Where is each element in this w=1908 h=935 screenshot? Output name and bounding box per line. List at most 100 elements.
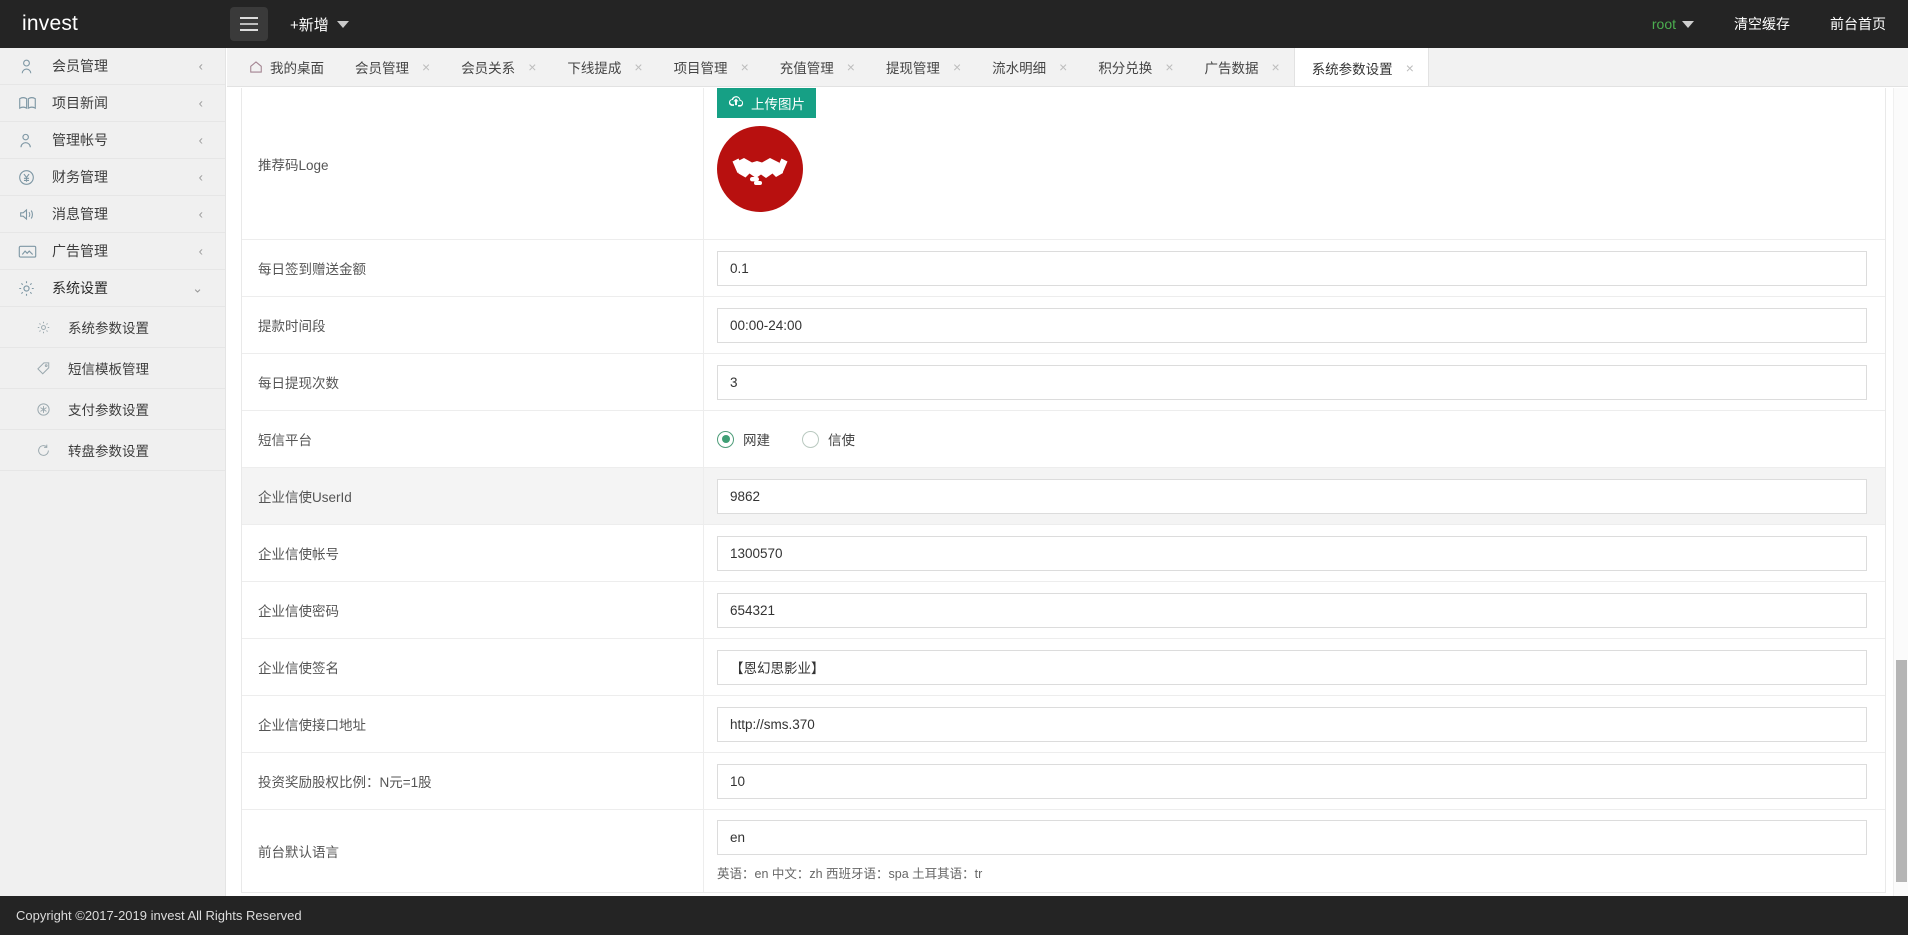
chevron-down-icon bbox=[1682, 21, 1694, 28]
sidebar-item-project-news[interactable]: 项目新闻 ‹ bbox=[0, 85, 225, 122]
default-language-input[interactable] bbox=[717, 820, 1867, 855]
close-icon[interactable]: × bbox=[634, 60, 642, 74]
form-field bbox=[704, 639, 1885, 695]
close-icon[interactable]: × bbox=[528, 60, 536, 74]
radio-selected-icon[interactable] bbox=[717, 431, 734, 448]
chevron-left-icon: ‹ bbox=[199, 245, 203, 258]
main-content: 推荐码Loge 上传图片 bbox=[227, 88, 1901, 896]
chevron-down-icon bbox=[337, 21, 349, 28]
tab-item[interactable]: 流水明细× bbox=[975, 48, 1081, 86]
tag-icon bbox=[36, 361, 56, 376]
form-row-default-language: 前台默认语言 英语：en 中文：zh 西班牙语：spa 土耳其语：tr bbox=[242, 810, 1885, 892]
sidebar-item-label: 系统设置 bbox=[52, 278, 108, 298]
user-menu[interactable]: root bbox=[1652, 16, 1694, 32]
sms-api-url-input[interactable] bbox=[717, 707, 1867, 742]
sms-userid-input[interactable] bbox=[717, 479, 1867, 514]
sidebar-item-label: 消息管理 bbox=[52, 204, 108, 224]
close-icon[interactable]: × bbox=[847, 60, 855, 74]
close-icon[interactable]: × bbox=[953, 60, 961, 74]
tab-label: 我的桌面 bbox=[270, 57, 324, 77]
form-label: 前台默认语言 bbox=[242, 810, 704, 892]
upload-image-button[interactable]: 上传图片 bbox=[717, 88, 816, 118]
form-row-sms-platform: 短信平台 网建 信使 bbox=[242, 411, 1885, 468]
hamburger-line bbox=[240, 17, 258, 19]
sidebar-item-label: 项目新闻 bbox=[52, 93, 108, 113]
referral-logo-image bbox=[717, 126, 803, 212]
top-right-actions: root 清空缓存 前台首页 bbox=[1652, 14, 1908, 34]
clear-cache-link[interactable]: 清空缓存 bbox=[1734, 14, 1790, 34]
chevron-left-icon: ‹ bbox=[199, 208, 203, 221]
user-icon bbox=[18, 57, 40, 75]
sms-platform-radio-group: 网建 信使 bbox=[717, 429, 1867, 449]
scrollbar-thumb[interactable] bbox=[1896, 660, 1907, 882]
sidebar-subitem-sms-template[interactable]: 短信模板管理 bbox=[0, 348, 225, 389]
close-icon[interactable]: × bbox=[1059, 60, 1067, 74]
tab-item[interactable]: 提现管理× bbox=[869, 48, 975, 86]
form-field bbox=[704, 240, 1885, 296]
sidebar-item-system-settings[interactable]: 系统设置 ⌄ bbox=[0, 270, 225, 307]
radio-unselected-icon[interactable] bbox=[802, 431, 819, 448]
add-new-button[interactable]: +新增 bbox=[290, 14, 349, 35]
tab-item[interactable]: 充值管理 × bbox=[763, 48, 869, 86]
tab-item[interactable]: 广告数据× bbox=[1188, 48, 1294, 86]
sms-signature-input[interactable] bbox=[717, 650, 1867, 685]
top-header-bar: invest +新增 root 清空缓存 前台首页 bbox=[0, 0, 1908, 48]
tab-item[interactable]: 我的桌面 bbox=[227, 48, 338, 86]
form-row-sms-password: 企业信使密码 bbox=[242, 582, 1885, 639]
sidebar-subitem-label: 支付参数设置 bbox=[68, 399, 149, 419]
form-field bbox=[704, 297, 1885, 353]
withdraw-time-range-input[interactable] bbox=[717, 308, 1867, 343]
tab-label: 会员管理 bbox=[355, 57, 409, 77]
front-home-link[interactable]: 前台首页 bbox=[1830, 14, 1886, 34]
chevron-down-icon: ⌄ bbox=[192, 282, 203, 295]
sidebar-subitem-payment-parameters[interactable]: 支付参数设置 bbox=[0, 389, 225, 430]
form-field bbox=[704, 582, 1885, 638]
form-row-referral-logo: 推荐码Loge 上传图片 bbox=[242, 88, 1885, 240]
tab-label: 充值管理 bbox=[780, 57, 834, 77]
close-icon[interactable]: × bbox=[1165, 60, 1173, 74]
copyright-text: Copyright ©2017-2019 invest All Rights R… bbox=[16, 908, 302, 923]
tab-label: 积分兑换 bbox=[1098, 57, 1152, 77]
close-icon[interactable]: × bbox=[1272, 60, 1280, 74]
tab-item[interactable]: 会员管理 × bbox=[338, 48, 444, 86]
sidebar-item-label: 会员管理 bbox=[52, 56, 108, 76]
sidebar-subitem-wheel-parameters[interactable]: 转盘参数设置 bbox=[0, 430, 225, 471]
close-icon[interactable]: × bbox=[1406, 61, 1414, 75]
tab-item[interactable]: 项目管理× bbox=[657, 48, 763, 86]
hamburger-line bbox=[240, 23, 258, 25]
add-new-label: +新增 bbox=[290, 14, 329, 35]
user-name: root bbox=[1652, 16, 1676, 32]
cloud-upload-icon bbox=[728, 95, 744, 111]
tab-item[interactable]: 系统参数设置× bbox=[1294, 48, 1429, 87]
tab-item[interactable]: 会员关系× bbox=[444, 48, 550, 86]
sms-account-input[interactable] bbox=[717, 536, 1867, 571]
vertical-scrollbar[interactable] bbox=[1893, 88, 1908, 896]
form-label: 投资奖励股权比例：N元=1股 bbox=[242, 753, 704, 809]
sidebar-item-finance-management[interactable]: 财务管理 ‹ bbox=[0, 159, 225, 196]
sidebar-subitem-system-parameters[interactable]: 系统参数设置 bbox=[0, 307, 225, 348]
form-label: 企业信使签名 bbox=[242, 639, 704, 695]
sms-platform-option-xinshi[interactable]: 信使 bbox=[802, 429, 855, 449]
hamburger-menu-icon[interactable] bbox=[230, 7, 268, 41]
form-row-equity-ratio: 投资奖励股权比例：N元=1股 bbox=[242, 753, 1885, 810]
tab-item[interactable]: 下线提成× bbox=[550, 48, 656, 86]
sidebar-item-admin-account[interactable]: 管理帐号 ‹ bbox=[0, 122, 225, 159]
tab-item[interactable]: 积分兑换 × bbox=[1081, 48, 1187, 86]
equity-ratio-input[interactable] bbox=[717, 764, 1867, 799]
daily-signin-amount-input[interactable] bbox=[717, 251, 1867, 286]
sms-platform-option-wangjian[interactable]: 网建 bbox=[717, 429, 770, 449]
sms-password-input[interactable] bbox=[717, 593, 1867, 628]
daily-withdraw-count-input[interactable] bbox=[717, 365, 1867, 400]
form-label: 短信平台 bbox=[242, 411, 704, 467]
asterisk-circle-icon bbox=[36, 402, 56, 417]
sidebar-item-ad-management[interactable]: 广告管理 ‹ bbox=[0, 233, 225, 270]
sidebar-item-message-management[interactable]: 消息管理 ‹ bbox=[0, 196, 225, 233]
close-icon[interactable]: × bbox=[741, 60, 749, 74]
chevron-left-icon: ‹ bbox=[199, 97, 203, 110]
system-parameters-form: 推荐码Loge 上传图片 bbox=[241, 88, 1886, 893]
book-icon bbox=[18, 94, 40, 112]
form-field bbox=[704, 468, 1885, 524]
sidebar-item-member-management[interactable]: 会员管理 ‹ bbox=[0, 48, 225, 85]
default-language-hint: 英语：en 中文：zh 西班牙语：spa 土耳其语：tr bbox=[717, 863, 1867, 882]
close-icon[interactable]: × bbox=[422, 60, 430, 74]
